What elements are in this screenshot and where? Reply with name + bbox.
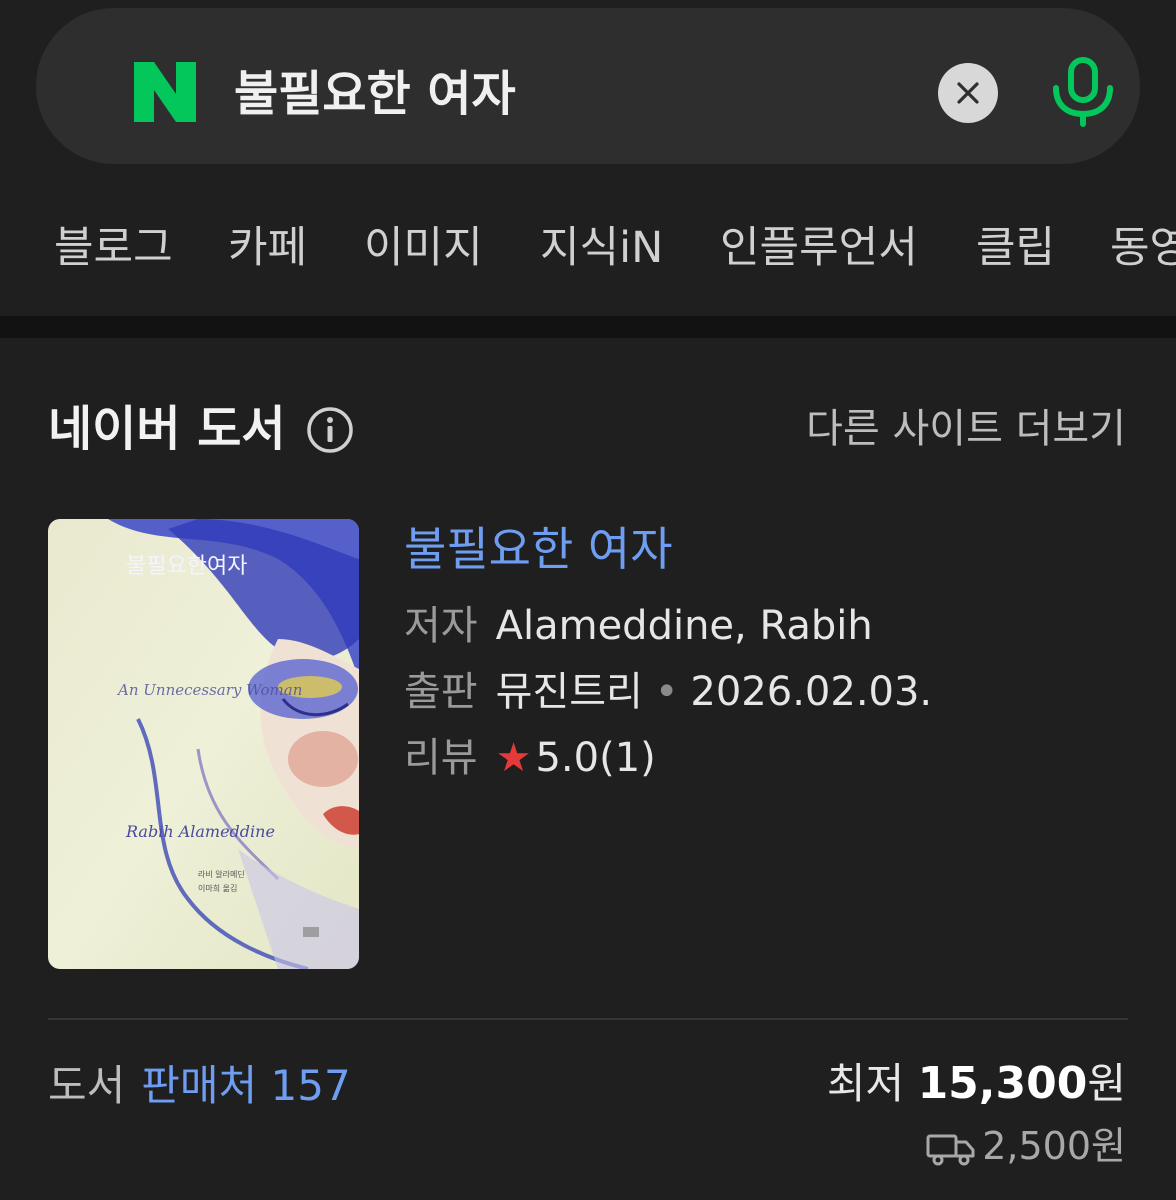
close-icon	[957, 82, 979, 104]
review-rating: 5.0(1)	[535, 735, 656, 781]
info-icon[interactable]	[306, 406, 354, 454]
other-sites-more-link[interactable]: 다른 사이트 더보기	[806, 398, 1126, 460]
category-label: 도서	[48, 1061, 126, 1110]
currency-label: 원	[1087, 1059, 1126, 1108]
tab-knowledge-in[interactable]: 지식iN	[540, 208, 663, 288]
review-label: 리뷰	[404, 735, 478, 781]
naver-logo-icon[interactable]	[132, 60, 198, 124]
search-bar[interactable]: 불필요한 여자	[36, 8, 1140, 164]
separator-dot: •	[654, 669, 679, 715]
author-label: 저자	[404, 603, 478, 649]
cover-english-title: An Unnecessary Woman	[116, 681, 302, 699]
tab-video[interactable]: 동영상	[1110, 208, 1176, 288]
section-divider	[0, 316, 1176, 338]
cover-author: Rabih Alameddine	[125, 822, 275, 841]
truck-icon	[926, 1134, 975, 1165]
card-divider	[48, 1018, 1128, 1020]
tab-clip[interactable]: 클립	[976, 208, 1055, 288]
publish-date: 2026.02.03.	[690, 669, 933, 715]
publisher-value: 뮤진트리	[495, 669, 643, 715]
author-value: Alameddine, Rabih	[495, 603, 873, 649]
section-title: 네이버 도서	[48, 401, 286, 457]
book-title-link[interactable]: 불필요한 여자	[404, 518, 673, 580]
lowest-price-label: 최저	[826, 1059, 905, 1108]
microphone-icon[interactable]	[1048, 56, 1118, 128]
lowest-price-amount: 15,300	[917, 1058, 1088, 1109]
tab-images[interactable]: 이미지	[364, 208, 483, 288]
cover-credits-translator: 이마희 옮김	[198, 883, 237, 893]
search-query[interactable]: 불필요한 여자	[234, 60, 516, 128]
search-tabs: 블로그 카페 이미지 지식iN 인플루언서 클립 동영상	[0, 208, 1176, 288]
publisher-row: 출판 뮤진트리 • 2026.02.03.	[404, 664, 932, 720]
shipping-fee: 2,500원	[926, 1120, 1126, 1172]
cover-credits-author: 라비 알라메딘	[198, 869, 245, 879]
book-cover-image[interactable]: 불필요한여자 An Unnecessary Woman Rabih Alamed…	[48, 519, 359, 969]
publisher-label: 출판	[404, 669, 478, 715]
author-row: 저자 Alameddine, Rabih	[404, 598, 873, 654]
shipping-fee-value: 2,500원	[982, 1124, 1126, 1168]
lowest-price[interactable]: 최저 15,300원	[827, 1056, 1126, 1112]
book-result-card: 네이버 도서 다른 사이트 더보기 불필요한여자 An Unnecessary …	[0, 338, 1176, 1200]
tab-blog[interactable]: 블로그	[54, 208, 173, 288]
sellers-info: 도서 판매처 157	[48, 1058, 351, 1114]
sellers-link[interactable]: 판매처 157	[141, 1061, 350, 1110]
publisher-logo-icon	[303, 927, 319, 937]
search-header: 불필요한 여자 블로그 카페 이미지 지식iN 인플루언서 클립 동영상	[0, 0, 1176, 316]
review-row[interactable]: 리뷰 ★ 5.0(1)	[404, 730, 656, 786]
cover-title: 불필요한여자	[126, 554, 247, 579]
star-icon: ★	[495, 735, 532, 781]
tab-cafe[interactable]: 카페	[228, 208, 307, 288]
tab-influencer[interactable]: 인플루언서	[720, 208, 918, 288]
clear-search-button[interactable]	[938, 63, 998, 123]
